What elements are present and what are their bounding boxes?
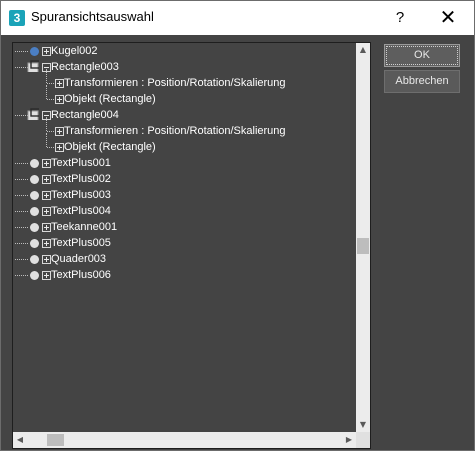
- object-dot-icon: [30, 255, 39, 264]
- expand-icon[interactable]: [42, 239, 51, 248]
- tree-node[interactable]: TextPlus002: [13, 171, 356, 187]
- tree-track-label: Objekt (Rectangle): [64, 141, 156, 153]
- app-icon: 3: [9, 10, 25, 26]
- expand-icon[interactable]: [55, 95, 64, 104]
- tree-node[interactable]: Rectangle003: [13, 59, 356, 75]
- tree-connector: [46, 85, 47, 99]
- tree-connector: [15, 259, 28, 260]
- shape-icon: [27, 60, 39, 72]
- close-button[interactable]: ✕: [431, 6, 465, 30]
- object-dot-icon: [30, 175, 39, 184]
- horizontal-scrollbar[interactable]: ◀ ▶: [13, 432, 356, 448]
- window-title: Spuransichtsauswahl: [31, 9, 154, 24]
- tree-connector: [15, 243, 28, 244]
- tree-connector: [46, 133, 47, 147]
- tree-node[interactable]: Rectangle004: [13, 107, 356, 123]
- tree-node[interactable]: Teekanne001: [13, 219, 356, 235]
- tree-connector: [46, 117, 47, 131]
- scroll-down-icon[interactable]: ▼: [356, 418, 370, 432]
- tree-track-node[interactable]: Transformieren : Position/Rotation/Skali…: [13, 117, 356, 139]
- object-dot-icon: [30, 191, 39, 200]
- dialog-body: Kugel002 Rectangle003 Transformieren : Pos…: [1, 35, 474, 450]
- track-tree[interactable]: Kugel002 Rectangle003 Transformieren : Pos…: [12, 42, 371, 449]
- ok-button[interactable]: OK: [384, 44, 460, 67]
- tree-connector: [15, 227, 28, 228]
- tree-node[interactable]: TextPlus006: [13, 267, 356, 283]
- expand-icon[interactable]: [42, 175, 51, 184]
- object-dot-icon: [30, 159, 39, 168]
- object-dot-icon: [30, 223, 39, 232]
- scroll-right-icon[interactable]: ▶: [342, 432, 356, 448]
- expand-icon[interactable]: [42, 255, 51, 264]
- object-dot-icon: [30, 207, 39, 216]
- tree-track-label: Objekt (Rectangle): [64, 93, 156, 105]
- vertical-scrollbar[interactable]: ▲ ▼: [356, 43, 370, 432]
- tree-node-label: TextPlus006: [51, 269, 111, 281]
- tree-node-label: TextPlus001: [51, 157, 111, 169]
- tree-track-node[interactable]: Objekt (Rectangle): [13, 85, 356, 107]
- expand-icon[interactable]: [55, 79, 64, 88]
- scroll-up-icon[interactable]: ▲: [356, 43, 370, 57]
- scrollbar-corner: [356, 432, 370, 448]
- expand-icon[interactable]: [42, 191, 51, 200]
- track-view-pick-dialog: 3 Spuransichtsauswahl ? ✕ Kugel002 Rectan…: [0, 0, 475, 451]
- tree-connector: [15, 195, 28, 196]
- expand-icon[interactable]: [42, 271, 51, 280]
- cancel-button[interactable]: Abbrechen: [384, 70, 460, 93]
- expand-icon[interactable]: [42, 207, 51, 216]
- tree-node-label: Rectangle003: [51, 61, 119, 73]
- tree-node-label: TextPlus005: [51, 237, 111, 249]
- tree-node[interactable]: Kugel002: [13, 43, 356, 59]
- expand-icon[interactable]: [42, 159, 51, 168]
- tree-connector: [15, 179, 28, 180]
- tree-track-node[interactable]: Transformieren : Position/Rotation/Skali…: [13, 69, 356, 91]
- tree-node-label: Kugel002: [51, 45, 98, 57]
- tree-node-label: TextPlus004: [51, 205, 111, 217]
- object-dot-icon: [30, 271, 39, 280]
- expand-icon[interactable]: [55, 143, 64, 152]
- help-button[interactable]: ?: [385, 6, 415, 30]
- tree-node[interactable]: TextPlus005: [13, 235, 356, 251]
- tree-track-label: Transformieren : Position/Rotation/Skali…: [64, 125, 286, 137]
- tree-node-label: Teekanne001: [51, 221, 118, 233]
- expand-icon[interactable]: [55, 127, 64, 136]
- expand-icon[interactable]: [42, 223, 51, 232]
- expand-icon[interactable]: [42, 47, 51, 56]
- shape-icon: [27, 108, 39, 120]
- tree-node-label: TextPlus002: [51, 173, 111, 185]
- tree-connector: [15, 211, 28, 212]
- object-dot-icon: [30, 239, 39, 248]
- title-bar[interactable]: 3 Spuransichtsauswahl ? ✕: [1, 1, 474, 35]
- tree-node[interactable]: TextPlus004: [13, 203, 356, 219]
- tree-node-label: TextPlus003: [51, 189, 111, 201]
- tree-list[interactable]: Kugel002 Rectangle003 Transformieren : Pos…: [13, 43, 356, 432]
- object-dot-icon: [30, 47, 39, 56]
- tree-node[interactable]: TextPlus003: [13, 187, 356, 203]
- tree-node-label: Quader003: [51, 253, 107, 265]
- tree-node-label: Rectangle004: [51, 109, 119, 121]
- tree-connector: [15, 275, 28, 276]
- horizontal-scroll-thumb[interactable]: [47, 434, 64, 446]
- tree-track-node[interactable]: Objekt (Rectangle): [13, 133, 356, 155]
- tree-node[interactable]: TextPlus001: [13, 155, 356, 171]
- tree-track-label: Transformieren : Position/Rotation/Skali…: [64, 77, 286, 89]
- tree-connector: [15, 163, 28, 164]
- vertical-scroll-thumb[interactable]: [357, 238, 369, 254]
- scroll-left-icon[interactable]: ◀: [13, 432, 27, 448]
- tree-node[interactable]: Quader003: [13, 251, 356, 267]
- tree-connector: [46, 69, 47, 83]
- tree-connector: [15, 51, 28, 52]
